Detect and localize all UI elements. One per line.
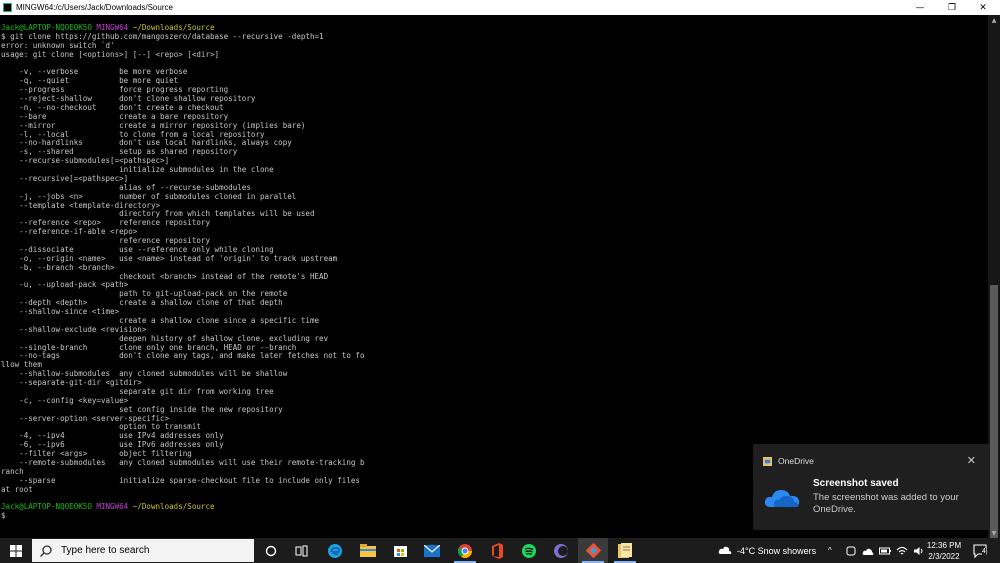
spotify-icon[interactable] [514,538,544,563]
taskbar-clock[interactable]: 12:36 PM 2/3/2022 [922,540,966,562]
maximize-button[interactable]: ❐ [937,0,967,15]
prompt-user: Jack@LAPTOP-NQOEOK5O [1,502,92,512]
scrollbar-thumb[interactable] [990,285,998,550]
wifi-icon[interactable] [896,546,908,556]
taskbar-search-box[interactable]: Type here to search [32,539,254,562]
window-title: MINGW64:/c/Users/Jack/Downloads/Source [16,3,173,12]
title-bar: MINGW64:/c/Users/Jack/Downloads/Source —… [0,0,1000,15]
prompt-symbol: $ [1,511,6,521]
prompt-env: MINGW64 [96,23,129,32]
onedrive-small-icon [763,456,772,466]
command-line: $ git clone https://github.com/mangoszer… [1,31,324,41]
file-explorer-icon[interactable] [353,538,383,563]
search-icon [40,544,52,557]
chrome-icon[interactable] [450,538,480,563]
taskbar: Type here to search -4°C Snow showers ^ [0,538,1000,563]
battery-icon[interactable] [879,546,891,556]
mail-icon[interactable] [417,538,447,563]
scroll-up-icon[interactable]: ▲ [988,15,1000,25]
clock-time: 12:36 PM [926,541,962,550]
tray-icons [846,538,925,563]
prompt-env: MINGW64 [96,502,129,512]
prompt-user: Jack@LAPTOP-NQOEOK5O [1,23,92,32]
microsoft-store-icon[interactable] [385,538,415,563]
notification-count: 4 [982,548,986,555]
pen-tray-icon[interactable] [846,546,856,556]
onedrive-notification[interactable]: OneDrive ✕ Screenshot saved The screensh… [753,444,990,530]
toast-app-name: OneDrive [778,456,814,466]
prompt-path: ~/Downloads/Source [132,502,215,512]
windows-logo-icon [10,544,22,557]
onedrive-cloud-icon [764,490,800,507]
toast-app-row: OneDrive [763,456,814,466]
weather-widget[interactable]: -4°C Snow showers [718,538,816,563]
task-view-icon[interactable] [286,538,316,563]
office-icon[interactable] [482,538,512,563]
search-placeholder: Type here to search [61,545,150,556]
snow-cloud-icon [718,546,732,554]
edge-icon[interactable] [320,538,350,563]
eclipse-icon[interactable] [546,538,576,563]
close-button[interactable]: ✕ [968,0,998,15]
prompt-path: ~/Downloads/Source [132,23,215,32]
notification-icon [973,543,987,558]
onedrive-tray-icon[interactable] [862,546,874,556]
toast-heading: Screenshot saved [813,478,899,489]
cortana-icon[interactable] [256,538,286,563]
mingw-terminal-icon [3,3,12,12]
git-bash-icon[interactable] [578,538,608,563]
toast-body: The screenshot was added to your OneDriv… [813,492,959,515]
minimize-button[interactable]: — [905,0,935,15]
clock-date: 2/3/2022 [928,552,960,561]
command-output: error: unknown switch `d' usage: git clo… [1,40,365,494]
action-center-button[interactable]: 4 [968,538,994,563]
show-hidden-icons-button[interactable]: ^ [828,538,832,563]
start-button[interactable] [0,538,32,563]
weather-text: -4°C Snow showers [737,545,817,556]
toast-close-button[interactable]: ✕ [967,454,976,467]
notes-icon[interactable] [610,538,640,563]
